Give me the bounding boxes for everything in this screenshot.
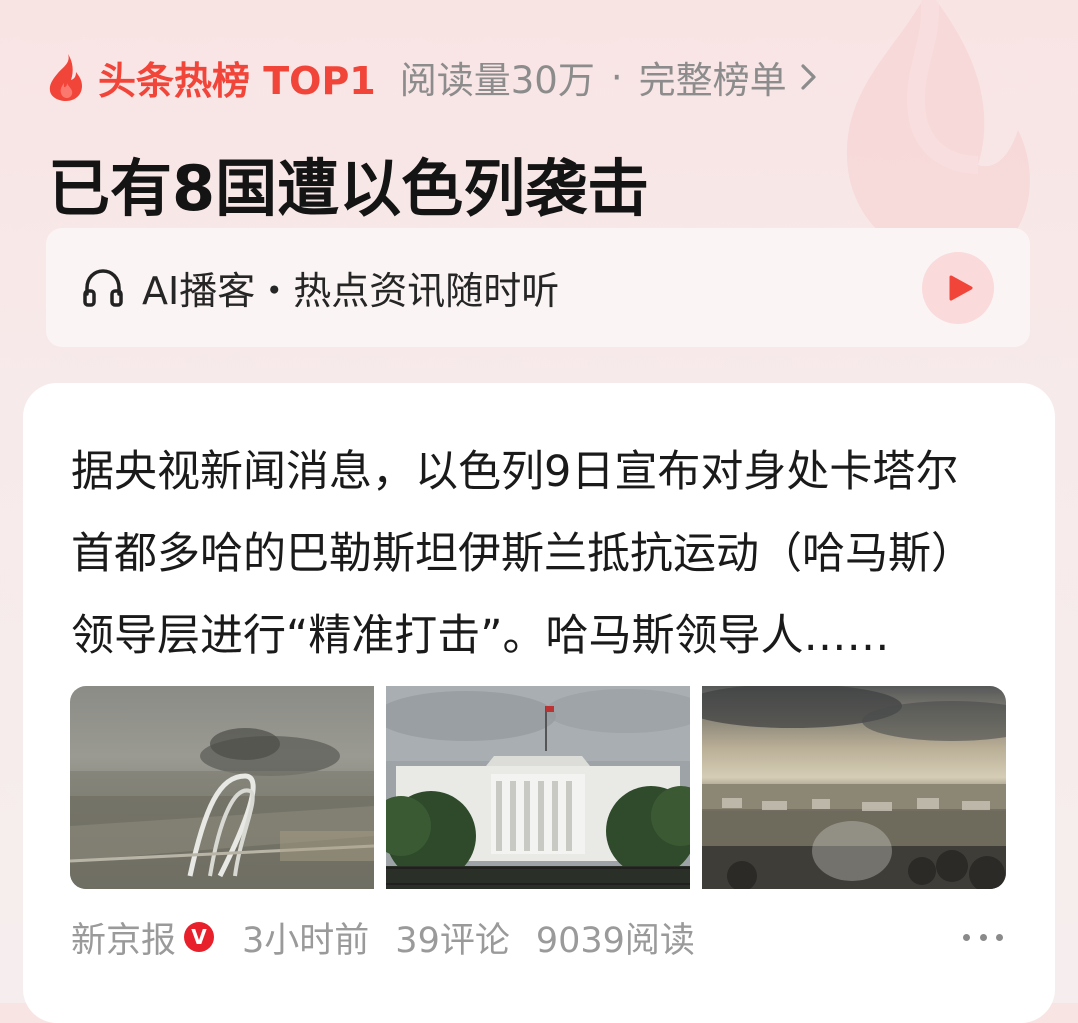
comment-count: 39评论	[395, 920, 510, 961]
article-image-city-smoke[interactable]	[70, 686, 374, 889]
more-dot-icon	[979, 933, 987, 941]
more-dot-icon	[963, 933, 970, 941]
full-list-link-label: 完整榜单	[638, 59, 787, 102]
separator-dot: ·	[610, 55, 623, 99]
camp-ruins-photo	[702, 686, 1006, 889]
city-smoke-photo	[70, 686, 374, 889]
full-list-link[interactable]: 完整榜单	[639, 50, 819, 104]
source-name[interactable]: 新京报	[71, 912, 176, 963]
more-options-button[interactable]	[963, 917, 1003, 957]
article-image-strip	[70, 686, 1006, 889]
read-count: 阅读量30万	[399, 59, 595, 102]
article-summary[interactable]: 据央视新闻消息，以色列9日宣布对身处卡塔尔首都多哈的巴勒斯坦伊斯兰抵抗运动（哈马…	[71, 431, 981, 677]
publish-time: 3小时前	[242, 920, 370, 961]
news-card[interactable]: 据央视新闻消息，以色列9日宣布对身处卡塔尔首都多哈的巴勒斯坦伊斯兰抵抗运动（哈马…	[23, 383, 1055, 1023]
article-meta: 新京报 V 3小时前 39评论 9039阅读	[71, 911, 695, 963]
more-dot-icon	[996, 933, 1003, 941]
headline-title[interactable]: 已有8国遭以色列袭击	[48, 138, 649, 228]
headphone-icon	[83, 269, 123, 307]
hot-list-rank-label: 头条热榜 TOP1	[98, 58, 376, 103]
white-house-photo	[386, 686, 690, 889]
play-button[interactable]	[922, 252, 994, 324]
verified-badge-icon: V	[184, 922, 215, 952]
flame-icon	[49, 54, 82, 101]
ai-podcast-bar[interactable]: AI播客・热点资讯随时听	[46, 228, 1030, 347]
chevron-right-icon	[801, 64, 816, 90]
article-image-camp-ruins[interactable]	[702, 686, 1006, 889]
article-image-white-house[interactable]	[386, 686, 690, 889]
play-icon	[949, 275, 972, 301]
hot-list-header: 头条热榜 TOP1 阅读量30万 · 完整榜单	[46, 50, 819, 104]
ai-podcast-label: AI播客・热点资讯随时听	[142, 269, 560, 313]
read-count-article: 9039阅读	[535, 920, 695, 961]
